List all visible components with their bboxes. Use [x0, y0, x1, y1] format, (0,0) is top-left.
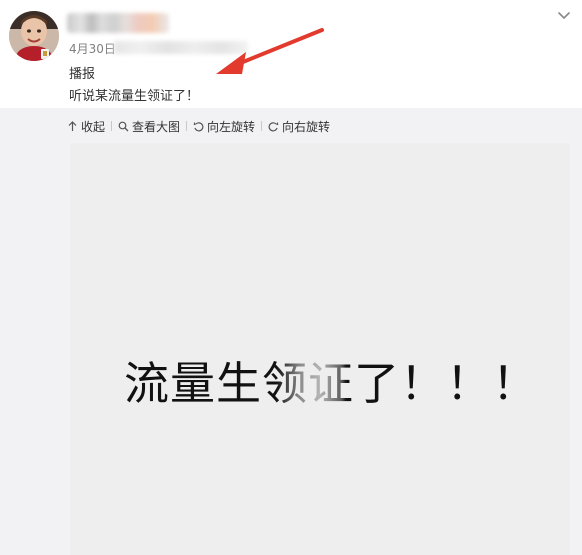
- post-date[interactable]: 4月30日: [69, 40, 116, 57]
- toolbar-divider: [261, 121, 263, 131]
- rotate-right-button[interactable]: 向右旋转: [268, 118, 330, 135]
- image-mosaic-redaction: [276, 355, 344, 405]
- collapse-label: 收起: [81, 119, 106, 134]
- rotate-left-label: 向左旋转: [207, 119, 256, 134]
- rotate-left-button[interactable]: 向左旋转: [193, 118, 255, 135]
- arrow-up-icon: [68, 120, 77, 131]
- post-image[interactable]: 流量生领证了！！！: [70, 143, 570, 555]
- weibo-post: 4月30日 播报 听说某流量生领证了！ 收起 查看大图 向左旋转 向右旋转: [0, 0, 582, 555]
- rotate-right-label: 向右旋转: [282, 119, 331, 134]
- post-text: 听说某流量生领证了！: [69, 89, 200, 104]
- chevron-down-icon[interactable]: [557, 9, 571, 23]
- username-redacted[interactable]: [67, 13, 169, 33]
- magnifier-icon: [118, 121, 129, 131]
- view-large-button[interactable]: 查看大图: [118, 118, 180, 135]
- rotate-right-icon: [268, 121, 279, 131]
- toolbar-divider: [111, 121, 113, 131]
- rotate-left-icon: [193, 121, 204, 131]
- post-source-label: 播报: [69, 67, 96, 82]
- toolbar-divider: [186, 121, 188, 131]
- image-toolbar: 收起 查看大图 向左旋转 向右旋转: [67, 118, 330, 134]
- view-large-label: 查看大图: [132, 119, 181, 134]
- avatar-image: [9, 11, 59, 61]
- avatar[interactable]: [9, 11, 59, 61]
- collapse-button[interactable]: 收起: [67, 118, 105, 135]
- post-source-redacted: [114, 41, 248, 54]
